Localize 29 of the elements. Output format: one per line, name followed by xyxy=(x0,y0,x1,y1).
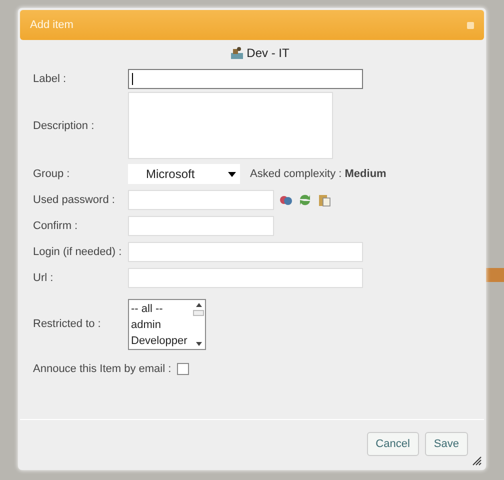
group-dropdown[interactable]: Microsoft xyxy=(128,164,240,184)
field-label: Confirm : xyxy=(33,220,79,232)
input-field[interactable] xyxy=(128,69,363,89)
close-icon[interactable] xyxy=(467,22,474,28)
list-option[interactable]: Developper xyxy=(131,333,192,349)
field-label: Used password : xyxy=(33,194,116,206)
clipboard-icon[interactable] xyxy=(317,193,331,207)
complexity-text: Asked complexity : Medium xyxy=(250,168,386,180)
field-label: Url : xyxy=(33,272,54,284)
resize-grip-icon[interactable] xyxy=(472,456,482,466)
checkbox[interactable] xyxy=(177,363,190,375)
field-label: Login (if needed) : xyxy=(33,246,123,258)
list-option[interactable]: -- all -- xyxy=(131,301,192,317)
folder-icon xyxy=(230,46,244,60)
list-option[interactable]: admin xyxy=(131,317,192,333)
description-field[interactable] xyxy=(128,92,333,159)
field-label: Label : xyxy=(33,73,68,85)
cancel-button[interactable]: Cancel xyxy=(366,432,419,456)
save-button[interactable]: Save xyxy=(424,432,468,456)
caret-icon xyxy=(228,172,236,176)
dialog-title: Add item xyxy=(30,19,74,31)
field-label: Description : xyxy=(33,120,96,132)
refresh-icon[interactable] xyxy=(298,193,312,207)
field-label: Annouce this Item by email : xyxy=(33,363,172,375)
field-label: Restricted to : xyxy=(33,318,102,330)
page-background xyxy=(486,268,504,282)
restricted-listbox[interactable]: -- all -- admin Developper xyxy=(128,299,206,350)
folder-name: Dev - IT xyxy=(246,46,290,60)
field-label: Group : xyxy=(33,168,71,180)
